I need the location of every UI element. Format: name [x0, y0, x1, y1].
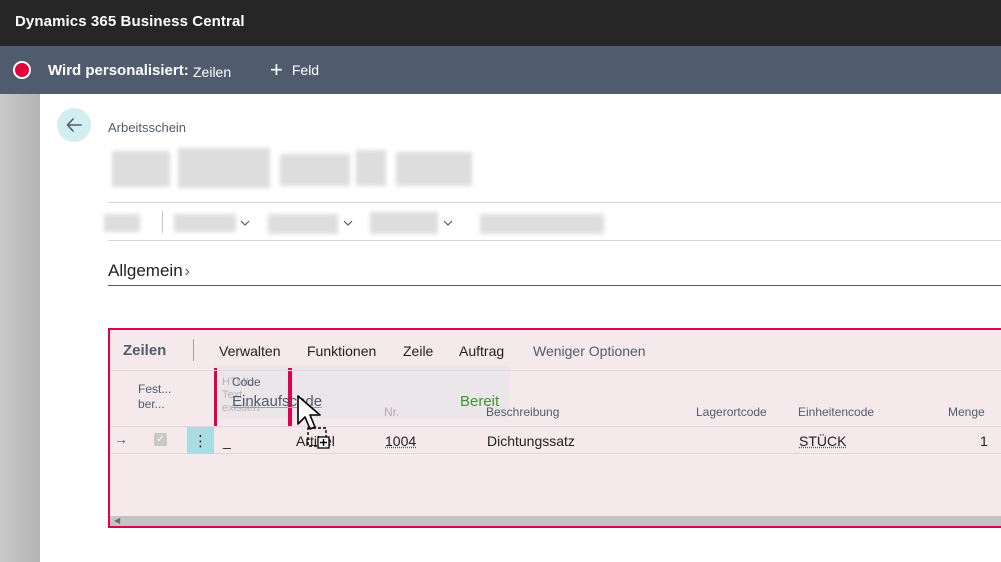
action-zeile[interactable]: Zeile: [403, 343, 433, 359]
chevron-right-icon: ›: [184, 263, 190, 280]
back-button[interactable]: [57, 108, 91, 142]
app-name: Dynamics 365 Business Central: [15, 13, 245, 30]
plus-icon: +: [270, 57, 283, 82]
personalization-label: Wird personalisiert:: [48, 62, 189, 79]
action-verwalten[interactable]: Verwalten: [219, 343, 280, 359]
chevron-down-icon[interactable]: [443, 218, 453, 228]
chevron-down-icon[interactable]: [343, 218, 353, 228]
personalization-target: Zeilen: [193, 64, 232, 80]
lines-toolbar: Zeilen Verwalten Funktionen Zeile Auftra…: [110, 330, 1001, 370]
app-titlebar: Dynamics 365 Business Central: [0, 0, 1001, 46]
drag-field-code: Code: [232, 375, 261, 389]
recording-indicator-icon: [13, 61, 31, 79]
divider: [108, 202, 1001, 203]
section-general[interactable]: Allgemein ›: [108, 261, 190, 281]
add-field-label: Feld: [291, 62, 320, 78]
cell-html-text[interactable]: _: [223, 433, 231, 449]
left-gutter: [0, 94, 40, 562]
personalization-bar: Wird personalisiert: Zeilen + Feld: [0, 46, 1001, 94]
less-options-button[interactable]: Weniger Optionen: [533, 343, 646, 359]
table-row[interactable]: → ✓ ⋮ _ Artikel 1004 Dichtungssatz STÜCK…: [110, 426, 1001, 454]
arrow-left-icon: [66, 118, 82, 132]
cell-einheitencode[interactable]: STÜCK: [799, 433, 846, 449]
fest-checkbox[interactable]: ✓: [154, 433, 167, 446]
column-header-nr[interactable]: Nr.: [384, 405, 399, 420]
drag-status: Bereit: [460, 393, 500, 410]
column-header-lagerortcode[interactable]: Lagerortcode: [696, 405, 767, 420]
cell-nr[interactable]: 1004: [385, 433, 416, 449]
scroll-left-icon[interactable]: ◀: [114, 516, 120, 526]
action-funktionen[interactable]: Funktionen: [307, 343, 376, 359]
add-field-button[interactable]: + Feld: [270, 58, 319, 82]
current-row-arrow-icon: →: [114, 431, 128, 447]
action-auftrag[interactable]: Auftrag: [459, 343, 504, 359]
section-title: Allgemein: [108, 261, 183, 280]
cell-menge[interactable]: 1: [980, 433, 988, 449]
lines-part: Zeilen Verwalten Funktionen Zeile Auftra…: [108, 328, 1001, 528]
divider: [108, 240, 1001, 241]
more-vertical-icon: ⋮: [193, 432, 208, 450]
toolbar-separator: [193, 339, 194, 361]
column-header-menge[interactable]: Menge: [948, 405, 985, 420]
breadcrumb: Arbeitsschein: [108, 120, 187, 135]
column-header-einheitencode[interactable]: Einheitencode: [798, 405, 874, 420]
row-menu-button[interactable]: ⋮: [187, 427, 214, 454]
horizontal-scrollbar[interactable]: ◀: [110, 516, 1001, 526]
chevron-down-icon[interactable]: [240, 218, 250, 228]
drag-cursor-icon: [297, 395, 330, 449]
column-header-fest[interactable]: Fest... ber...: [138, 382, 171, 412]
cell-beschreibung[interactable]: Dichtungssatz: [487, 433, 575, 449]
section-underline: [108, 285, 1001, 286]
checkmark-icon: ✓: [156, 433, 165, 445]
lines-title[interactable]: Zeilen: [123, 342, 166, 359]
